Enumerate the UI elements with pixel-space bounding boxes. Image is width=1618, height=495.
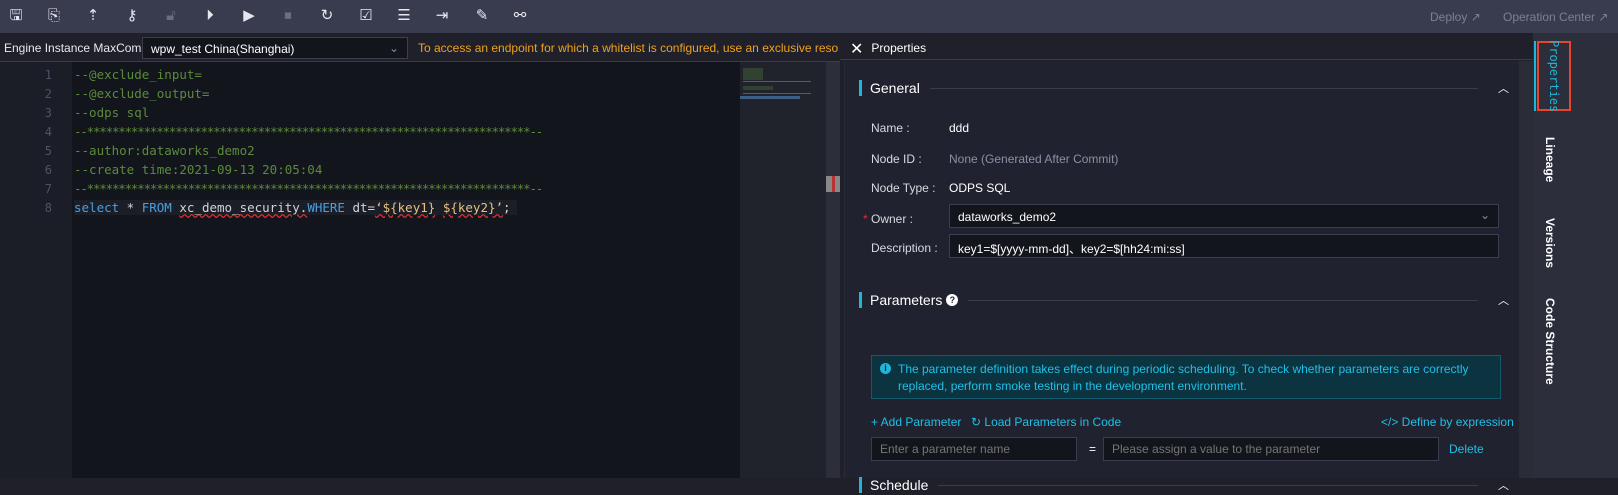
code-line: --@exclude_output= — [74, 86, 210, 101]
chevron-down-icon: ⌄ — [1479, 208, 1490, 222]
submit-icon[interactable]: ⇡ — [84, 7, 102, 25]
info-icon: i — [880, 363, 891, 374]
chevron-up-icon[interactable]: ︿ — [1498, 80, 1509, 96]
line-number: 7 — [44, 182, 52, 196]
code-line: --create time:2021-09-13 20:05:04 — [74, 162, 323, 177]
nodeid-value: None (Generated After Commit) — [949, 152, 1119, 166]
engine-select[interactable]: wpw_test China(Shanghai) ⌄ — [142, 37, 408, 59]
properties-icon[interactable]: ☰ — [395, 7, 413, 25]
code-line: --odps sql — [74, 105, 150, 120]
tx: dt= — [344, 200, 376, 215]
line-number: 8 — [44, 201, 52, 215]
code-line: --**************************************… — [74, 181, 543, 196]
required-mark: * — [863, 212, 868, 226]
line-number: 6 — [44, 163, 52, 177]
nodetype-label: Node Type : — [871, 181, 936, 195]
line-number: 5 — [44, 144, 52, 158]
load-parameters-button[interactable]: ↻ Load Parameters in Code — [971, 415, 1121, 429]
tab-versions[interactable]: Versions — [1533, 203, 1567, 283]
parameter-value-input[interactable] — [1103, 437, 1439, 461]
editor-scrollbar[interactable] — [826, 62, 840, 478]
description-label: Description : — [871, 241, 938, 255]
kw: select — [74, 200, 120, 215]
name-label: Name : — [871, 121, 910, 135]
parameters-info-alert: i The parameter definition takes effect d… — [871, 355, 1501, 399]
table-name: xc_demo_security. — [179, 200, 308, 215]
steal-lock-icon[interactable]: ⚷ — [123, 7, 141, 25]
properties-title: Properties — [871, 41, 927, 55]
equals-sign: = — [1089, 442, 1097, 456]
info-text: The parameter definition takes effect du… — [898, 362, 1469, 393]
nodetype-value: ODPS SQL — [949, 181, 1011, 195]
line-number: 1 — [44, 68, 52, 82]
kw: WHERE — [307, 200, 345, 215]
properties-header: ✕ Properties — [840, 33, 1533, 60]
code-line: --author:dataworks_demo2 — [74, 143, 255, 158]
chevron-up-icon[interactable]: ︿ — [1498, 477, 1509, 493]
string: ‘${key1} — [375, 200, 436, 215]
properties-scrollbar[interactable] — [1519, 61, 1533, 478]
code-line: select * FROM xc_demo_security.WHERE dt=… — [74, 200, 517, 215]
nodeid-label: Node ID : — [871, 152, 922, 166]
line-number: 4 — [44, 125, 52, 139]
string: ${key2}’ — [442, 200, 504, 215]
section-title: General — [870, 80, 920, 96]
tools-icon[interactable]: ✎ — [473, 7, 491, 25]
owner-label: * Owner : — [863, 212, 914, 226]
run-icon[interactable]: ⏵ — [201, 7, 219, 25]
line-number: 3 — [44, 106, 52, 120]
section-title: Schedule — [870, 477, 929, 493]
chevron-up-icon[interactable]: ︿ — [1498, 292, 1509, 308]
tx: ; — [503, 200, 511, 215]
kw: FROM — [141, 200, 172, 215]
run-with-params-icon[interactable]: ▶ — [240, 7, 258, 25]
tab-code-structure[interactable]: Code Structure — [1533, 291, 1567, 391]
section-title: Parameters — [870, 292, 943, 308]
save-as-icon[interactable]: ⎘ — [45, 7, 63, 25]
name-value: ddd — [949, 121, 970, 135]
properties-panel: ✕ Properties General ︿ Name : ddd Node ID … — [840, 33, 1533, 493]
define-by-expression-button[interactable]: </> Define by expression — [1381, 415, 1514, 429]
code-editor[interactable]: --@exclude_input= --@exclude_output= --o… — [72, 62, 740, 478]
section-schedule[interactable]: Schedule ︿ — [859, 475, 1509, 495]
help-icon[interactable]: ? — [946, 294, 959, 306]
line-number: 2 — [44, 87, 52, 101]
tab-properties[interactable]: Properties — [1537, 40, 1571, 112]
chevron-down-icon: ⌄ — [388, 41, 399, 55]
owner-value: dataworks_demo2 — [958, 210, 1057, 224]
parameter-name-input[interactable] — [871, 437, 1077, 461]
minimap[interactable] — [740, 62, 826, 478]
tx: * — [119, 200, 142, 215]
format-icon[interactable]: ☑ — [357, 7, 375, 25]
tab-lineage[interactable]: Lineage — [1533, 125, 1567, 195]
toolbar: 🖫 ⎘ ⇡ ⚷ 🔓︎ ⏵ ▶ ⏹ ↻ ☑ ☰ ⇥ ✎ ⚯ Deploy ↗ Op… — [0, 0, 1618, 33]
section-parameters[interactable]: Parameters? ︿ — [859, 290, 1509, 310]
code-line: --@exclude_input= — [74, 67, 202, 82]
right-tab-bar: Properties Lineage Versions Code Structu… — [1533, 33, 1618, 478]
section-general[interactable]: General ︿ — [859, 78, 1509, 98]
line-gutter: 1 2 3 4 5 6 7 8 — [0, 62, 72, 478]
close-icon[interactable]: ✕ — [850, 41, 863, 58]
stop-icon[interactable]: ⏹ — [279, 7, 297, 25]
deploy-link[interactable]: Deploy ↗ — [1430, 10, 1481, 24]
properties-body: General ︿ Name : ddd Node ID : None (Gene… — [844, 61, 1519, 493]
load-label: Load Parameters in Code — [984, 415, 1122, 429]
reload-icon: ↻ — [971, 415, 985, 429]
engine-value: wpw_test China(Shanghai) — [151, 42, 295, 56]
owner-select[interactable]: dataworks_demo2 ⌄ — [949, 204, 1499, 228]
whitelist-warning: To access an endpoint for which a whitel… — [418, 41, 838, 55]
code-line: --**************************************… — [74, 124, 543, 139]
add-parameter-button[interactable]: + Add Parameter — [871, 415, 961, 429]
export-icon[interactable]: ⇥ — [433, 7, 451, 25]
save-icon[interactable]: 🖫 — [7, 7, 25, 25]
lineage-icon[interactable]: ⚯ — [511, 7, 529, 25]
tx — [435, 200, 443, 215]
operation-center-link[interactable]: Operation Center ↗ — [1503, 10, 1608, 24]
unlock-icon[interactable]: 🔓︎ — [162, 7, 180, 25]
owner-label-text: Owner : — [871, 212, 914, 226]
delete-parameter-button[interactable]: Delete — [1449, 442, 1484, 456]
engine-bar: Engine Instance MaxCompute: wpw_test Chi… — [0, 33, 840, 62]
description-input[interactable]: key1=$[yyyy-mm-dd]、key2=$[hh24:mi:ss] — [949, 234, 1499, 258]
reload-icon[interactable]: ↻ — [318, 7, 336, 25]
